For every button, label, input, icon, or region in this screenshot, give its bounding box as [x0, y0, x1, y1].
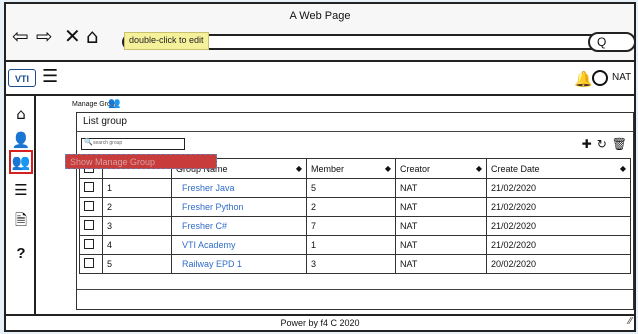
row-checkbox[interactable] [84, 201, 94, 211]
cell-member: 5 [306, 178, 396, 198]
cell-date: 21/02/2020 [486, 178, 631, 198]
cell-date: 21/02/2020 [486, 235, 631, 255]
cell-member: 3 [306, 254, 396, 274]
cell-date: 20/02/2020 [486, 254, 631, 274]
toolbar: ✚ ↻ 🗑 [577, 137, 627, 151]
sort-icon[interactable]: ◆ [385, 164, 391, 173]
cell-member: 7 [306, 216, 396, 236]
table-row[interactable]: 3 Fresher C# 7 NAT 21/02/2020 [79, 216, 631, 236]
header-member[interactable]: Member ◆ [306, 158, 396, 179]
user-avatar-icon[interactable] [592, 70, 608, 86]
header-label: Creator [400, 163, 431, 174]
sort-icon[interactable]: ◆ [620, 164, 626, 173]
cell-id: 1 [102, 178, 172, 198]
cell-creator: NAT [395, 216, 487, 236]
trash-icon[interactable]: 🗑 [612, 137, 627, 151]
row-checkbox-cell[interactable] [79, 178, 103, 198]
sort-icon[interactable]: ◆ [296, 164, 302, 173]
panel-title: List group [83, 116, 127, 127]
row-checkbox[interactable] [84, 182, 94, 192]
list-group-panel: List group 🔍 search group ✚ ↻ 🗑 Show Manag… [65, 112, 634, 310]
bell-icon[interactable]: 🔔 [574, 70, 593, 88]
sidebar-document-icon[interactable]: 🗎 [9, 208, 33, 232]
group-table: Group Name◆ Member◆ Creator◆ Create Date… [79, 158, 631, 274]
row-checkbox-cell[interactable] [79, 235, 103, 255]
table-row[interactable]: 1 Fresher Java 5 NAT 21/02/2020 [79, 178, 631, 198]
row-checkbox[interactable] [84, 258, 94, 268]
cell-id: 3 [102, 216, 172, 236]
cell-group-name[interactable]: Fresher Java [171, 178, 307, 198]
sidebar-home-icon[interactable]: ⌂ [9, 102, 33, 126]
search-placeholder: search group [93, 140, 123, 146]
cell-id: 4 [102, 235, 172, 255]
sidebar: ⌂ 👤 👥 ☰ 🗎 ? [6, 96, 36, 314]
back-arrow-icon[interactable]: ⇦ [12, 26, 29, 46]
add-icon[interactable]: ✚ [582, 137, 592, 151]
search-icon: 🔍 [84, 139, 93, 146]
sidebar-list-icon[interactable]: ☰ [9, 178, 33, 202]
row-checkbox[interactable] [84, 220, 94, 230]
header-creator[interactable]: Creator ◆ [395, 158, 487, 179]
divider [77, 289, 633, 290]
home-icon[interactable]: ⌂ [86, 26, 99, 46]
cell-id: 2 [102, 197, 172, 217]
group-icon: 👥 [108, 98, 121, 109]
footer: Power by f4 C 2020 ⁄⁄ [6, 314, 634, 330]
sidebar-help-icon[interactable]: ? [9, 242, 33, 266]
sidebar-user-icon[interactable]: 👤 [9, 128, 33, 152]
divider [77, 131, 633, 132]
menu-icon[interactable]: ☰ [42, 68, 58, 86]
resize-handle-icon[interactable]: ⁄⁄ [629, 315, 632, 329]
table-row[interactable]: 5 Railway EPD 1 3 NAT 20/02/2020 [79, 254, 631, 274]
browser-chrome: A Web Page ⇦ ⇨ ✕ ⌂ vf4.com.vn double-cli… [6, 4, 636, 62]
search-input[interactable]: 🔍 search group [81, 138, 185, 150]
cell-member: 2 [306, 197, 396, 217]
header-label: Member [311, 163, 345, 174]
footer-text: Power by f4 C 2020 [280, 318, 360, 328]
cell-date: 21/02/2020 [486, 216, 631, 236]
cell-creator: NAT [395, 178, 487, 198]
cell-creator: NAT [395, 235, 487, 255]
vti-logo: VTI [8, 69, 36, 87]
browser-search-button[interactable]: Q [588, 32, 636, 52]
row-checkbox-cell[interactable] [79, 254, 103, 274]
table-row[interactable]: 4 VTI Academy 1 NAT 21/02/2020 [79, 235, 631, 255]
browser-window: A Web Page ⇦ ⇨ ✕ ⌂ vf4.com.vn double-cli… [4, 2, 636, 332]
forward-arrow-icon[interactable]: ⇨ [36, 26, 53, 46]
search-icon: Q [597, 35, 607, 49]
cell-group-name[interactable]: Fresher Python [171, 197, 307, 217]
row-checkbox[interactable] [84, 239, 94, 249]
row-checkbox-cell[interactable] [79, 216, 103, 236]
table-row[interactable]: 2 Fresher Python 2 NAT 21/02/2020 [79, 197, 631, 217]
cell-creator: NAT [395, 197, 487, 217]
user-name[interactable]: NAT [612, 72, 631, 83]
page-title: A Web Page [289, 10, 351, 22]
cell-date: 21/02/2020 [486, 197, 631, 217]
cell-creator: NAT [395, 254, 487, 274]
show-manage-group-tooltip: Show Manage Group [65, 154, 217, 169]
cell-group-name[interactable]: Railway EPD 1 [171, 254, 307, 274]
header-label: Create Date [491, 163, 540, 174]
cell-group-name[interactable]: VTI Academy [171, 235, 307, 255]
row-checkbox-cell[interactable] [79, 197, 103, 217]
app-header: VTI ☰ 🔔 NAT [6, 62, 634, 96]
header-create-date[interactable]: Create Date ◆ [486, 158, 631, 179]
sidebar-group-icon[interactable]: 👥 [9, 150, 33, 174]
sort-icon[interactable]: ◆ [476, 164, 482, 173]
cell-member: 1 [306, 235, 396, 255]
cell-group-name[interactable]: Fresher C# [171, 216, 307, 236]
close-icon[interactable]: ✕ [64, 26, 81, 46]
cell-id: 5 [102, 254, 172, 274]
edit-tooltip: double-click to edit [124, 32, 209, 50]
refresh-icon[interactable]: ↻ [597, 137, 607, 151]
